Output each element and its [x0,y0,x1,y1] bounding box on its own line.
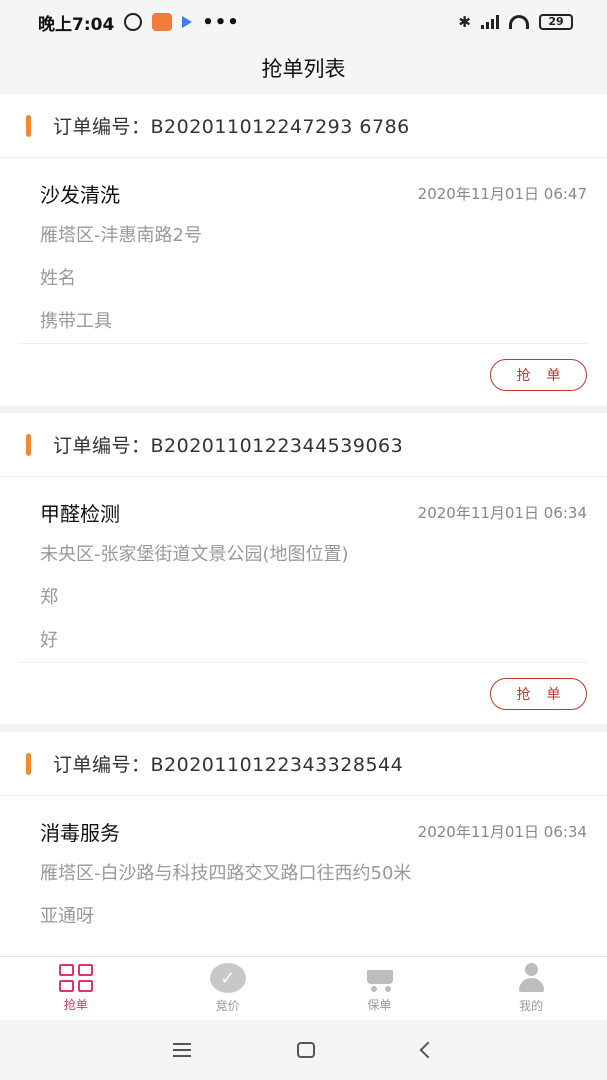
alarm-icon [124,13,143,31]
order-address: 雁塔区-白沙路与科技四路交叉路口往西约50米 [40,863,412,884]
order-time: 2020年11月01日 06:34 [417,822,587,841]
order-card[interactable]: 订单编号：B202011012247293 6786 沙发清洗 2020年11月… [0,94,607,405]
user-icon [516,963,546,993]
header: 抢单列表 [0,44,607,92]
check-circle-icon: ✓ [209,963,246,993]
order-title-row: 消毒服务 2020年11月01日 06:34 [20,810,587,852]
order-marker [26,752,31,775]
battery-icon: 29 [539,14,573,30]
order-header: 订单编号：B202011012247293 6786 [0,94,607,158]
tab-label: 保单 [367,998,392,1012]
customer-name: 姓名 [40,268,76,289]
service-name: 甲醛检测 [40,501,120,526]
order-note: 好 [40,630,58,651]
order-footer: 抢单 [18,343,587,405]
order-note [20,938,587,956]
service-name: 沙发清洗 [40,182,120,207]
order-number: 订单编号：B2020110122344539063 [53,435,404,457]
order-details: 消毒服务 2020年11月01日 06:34 雁塔区-白沙路与科技四路交叉路口往… [0,810,607,956]
page-title: 抢单列表 [261,57,346,81]
wifi-icon [509,15,529,29]
service-name: 消毒服务 [40,820,120,845]
tab-bidding[interactable]: ✓ 竞价 [152,957,304,1020]
tab-label: 竞价 [215,999,240,1013]
tab-grab-orders[interactable]: 抢单 [0,957,152,1020]
back-icon[interactable] [419,1041,437,1059]
order-card[interactable]: 订单编号：B2020110122343328544 消毒服务 2020年11月0… [0,732,607,956]
menu-icon[interactable] [173,1043,192,1057]
order-list[interactable]: 订单编号：B202011012247293 6786 沙发清洗 2020年11月… [0,94,607,956]
grab-order-button[interactable]: 抢单 [490,677,587,710]
play-notification-icon [182,16,193,28]
bottom-tab-bar: 抢单 ✓ 竞价 保单 我的 [0,956,607,1020]
customer-name: 郑 [40,587,58,608]
status-time: 晚上7:04 [38,14,115,35]
order-number: 订单编号：B202011012247293 6786 [53,116,410,138]
tab-label: 我的 [519,999,544,1013]
order-details: 甲醛检测 2020年11月01日 06:34 未央区-张家堡街道文景公园(地图位… [0,491,607,662]
grab-order-button[interactable]: 抢单 [490,358,587,391]
tab-policy[interactable]: 保单 [304,957,456,1020]
grid-icon [58,964,93,992]
order-time: 2020年11月01日 06:34 [417,503,587,522]
system-navigation-bar [0,1020,607,1080]
order-marker [26,114,31,137]
order-marker [26,433,31,456]
order-footer: 抢单 [18,662,587,724]
status-right: ✱ 29 [458,13,573,31]
tab-mine[interactable]: 我的 [455,957,607,1020]
bluetooth-icon: ✱ [458,13,471,31]
more-notifications-icon: ••• [202,11,240,33]
cart-icon [363,964,395,992]
status-left: 晚上7:04 ••• [38,10,240,35]
order-number: 订单编号：B2020110122343328544 [53,754,404,776]
order-header: 订单编号：B2020110122343328544 [0,732,607,796]
app-notification-icon [152,13,173,31]
order-time: 2020年11月01日 06:47 [417,184,587,203]
order-address: 未央区-张家堡街道文景公园(地图位置) [40,544,349,565]
order-address: 雁塔区-沣惠南路2号 [40,225,202,246]
order-header: 订单编号：B2020110122344539063 [0,413,607,477]
order-card[interactable]: 订单编号：B2020110122344539063 甲醛检测 2020年11月0… [0,413,607,724]
signal-icon [481,15,499,29]
tab-label: 抢单 [63,998,88,1012]
order-title-row: 甲醛检测 2020年11月01日 06:34 [20,491,587,533]
status-bar: 晚上7:04 ••• ✱ 29 [0,0,607,44]
home-icon[interactable] [297,1042,316,1058]
customer-name: 亚通呀 [40,906,94,927]
order-details: 沙发清洗 2020年11月01日 06:47 雁塔区-沣惠南路2号 姓名 携带工… [0,172,607,343]
order-note: 携带工具 [40,311,112,332]
order-title-row: 沙发清洗 2020年11月01日 06:47 [20,172,587,214]
